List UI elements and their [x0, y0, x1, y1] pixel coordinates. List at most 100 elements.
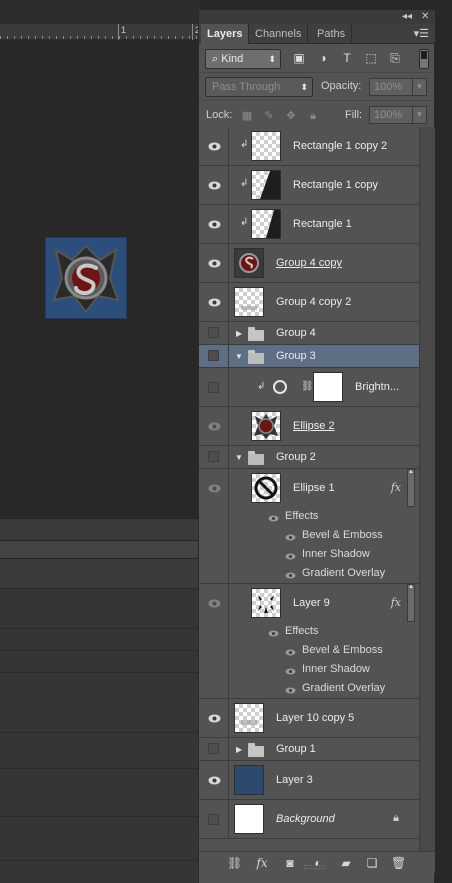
effects-collapse-toggle[interactable]: [407, 584, 415, 622]
layer-row[interactable]: ↲ Rectangle 1 copy: [199, 166, 419, 205]
expand-arrow-icon[interactable]: ▶: [236, 329, 242, 338]
layer-name[interactable]: Background: [276, 813, 335, 825]
layer-row[interactable]: Group 4 copy 2: [199, 283, 419, 322]
trash-icon[interactable]: 🗑︎: [391, 856, 406, 870]
new-layer-icon[interactable]: ❏: [365, 856, 379, 870]
chain-link-icon[interactable]: ⛓︎: [301, 381, 314, 392]
layer-list-scrollbar[interactable]: [419, 127, 435, 851]
eye-icon[interactable]: [208, 298, 221, 307]
chevron-down-icon[interactable]: ▼: [412, 107, 426, 123]
layer-name[interactable]: Ellipse 1: [293, 482, 335, 494]
layer-row[interactable]: Background 🔒︎: [199, 800, 419, 839]
close-icon[interactable]: ✕: [421, 11, 429, 22]
collapse-arrow-icon[interactable]: ▼: [235, 352, 243, 361]
collapse-arrow-icon[interactable]: ▼: [235, 453, 243, 462]
eye-icon[interactable]: [208, 484, 221, 493]
smart-object-filter-icon[interactable]: ⎘: [387, 50, 403, 66]
visibility-toggle[interactable]: [208, 743, 219, 754]
visibility-toggle[interactable]: [208, 327, 219, 338]
fx-badge[interactable]: fx: [391, 481, 401, 494]
layer-name[interactable]: Layer 9: [293, 597, 330, 609]
group-row[interactable]: ▼ Group 2: [199, 446, 419, 469]
effects-collapse-toggle[interactable]: [407, 469, 415, 507]
eye-icon[interactable]: [285, 570, 296, 579]
layer-row[interactable]: ↲ Rectangle 1 copy 2: [199, 127, 419, 166]
link-icon[interactable]: ⛓︎: [227, 856, 242, 870]
effect-item[interactable]: Gradient Overlay: [199, 679, 419, 698]
group-name[interactable]: Group 3: [276, 350, 316, 362]
panel-menu-icon[interactable]: ▾☰: [414, 27, 429, 40]
fx-badge[interactable]: fx: [391, 596, 401, 609]
collapse-icon[interactable]: ◂◂: [402, 11, 412, 22]
eye-icon[interactable]: [208, 181, 221, 190]
eye-icon[interactable]: [285, 666, 296, 675]
layer-name[interactable]: Brightn...: [355, 381, 399, 393]
eye-icon[interactable]: [208, 220, 221, 229]
lock-move-icon[interactable]: ✥: [285, 110, 297, 122]
chevron-down-icon[interactable]: ▼: [412, 79, 426, 95]
mask-icon[interactable]: ◙: [283, 856, 297, 870]
effects-header[interactable]: Effects: [199, 622, 419, 641]
expand-arrow-icon[interactable]: ▶: [236, 745, 242, 754]
visibility-toggle[interactable]: [208, 451, 219, 462]
group-row[interactable]: ▶ Group 1: [199, 738, 419, 761]
eye-icon[interactable]: [208, 259, 221, 268]
effect-item[interactable]: Gradient Overlay: [199, 564, 419, 583]
group-row[interactable]: ▶ Group 4: [199, 322, 419, 345]
panel-titlebar[interactable]: ◂◂ ✕: [199, 10, 435, 24]
layer-row[interactable]: Group 4 copy: [199, 244, 419, 283]
layer-name[interactable]: Rectangle 1 copy 2: [293, 140, 387, 152]
filter-toggle[interactable]: [419, 49, 429, 69]
fill-input[interactable]: 100% ▼: [369, 106, 427, 124]
eye-icon[interactable]: [285, 551, 296, 560]
group-name[interactable]: Group 4: [276, 327, 316, 339]
effect-item[interactable]: Bevel & Emboss: [199, 526, 419, 545]
tab-layers[interactable]: Layers: [201, 24, 250, 44]
eye-icon[interactable]: [208, 714, 221, 723]
tab-paths[interactable]: Paths: [311, 24, 353, 44]
layer-name[interactable]: Ellipse 2: [293, 420, 335, 432]
lock-brush-icon[interactable]: ✎: [263, 110, 275, 122]
layer-row[interactable]: ↲ Rectangle 1: [199, 205, 419, 244]
eye-icon[interactable]: [285, 685, 296, 694]
visibility-toggle[interactable]: [208, 814, 219, 825]
layer-name[interactable]: Layer 10 copy 5: [276, 712, 354, 724]
eye-icon[interactable]: [208, 142, 221, 151]
layer-name[interactable]: Group 4 copy: [276, 257, 342, 269]
layer-row[interactable]: Layer 10 copy 5: [199, 699, 419, 738]
group-name[interactable]: Group 2: [276, 451, 316, 463]
adjustment-filter-icon[interactable]: ◑: [315, 50, 331, 66]
eye-icon[interactable]: [268, 513, 279, 522]
lock-transparent-icon[interactable]: ▦: [241, 110, 253, 122]
visibility-toggle[interactable]: [208, 382, 219, 393]
effects-header[interactable]: Effects: [199, 507, 419, 526]
layer-row[interactable]: Layer 3: [199, 761, 419, 800]
layer-name[interactable]: Group 4 copy 2: [276, 296, 351, 308]
layer-name[interactable]: Rectangle 1: [293, 218, 352, 230]
eye-icon[interactable]: [285, 532, 296, 541]
tab-channels[interactable]: Channels: [249, 24, 309, 44]
eye-icon[interactable]: [285, 647, 296, 656]
lock-all-icon[interactable]: 🔒︎: [307, 110, 319, 122]
layer-row-with-effects[interactable]: Layer 9 fx Effects Bevel & Emboss Inner …: [199, 584, 419, 699]
layer-row[interactable]: Ellipse 2: [199, 407, 419, 446]
opacity-input[interactable]: 100% ▼: [369, 78, 427, 96]
effect-item[interactable]: Inner Shadow: [199, 545, 419, 564]
type-filter-icon[interactable]: T: [339, 50, 355, 66]
fx-icon[interactable]: fx: [255, 856, 269, 870]
eye-icon[interactable]: [268, 628, 279, 637]
eye-icon[interactable]: [208, 776, 221, 785]
effect-item[interactable]: Inner Shadow: [199, 660, 419, 679]
effect-item[interactable]: Bevel & Emboss: [199, 641, 419, 660]
filter-kind-select[interactable]: ⌕ Kind ⬍: [205, 49, 281, 69]
group-row-selected[interactable]: ▼ Group 3: [199, 345, 419, 368]
pixel-filter-icon[interactable]: ▣: [291, 50, 307, 66]
group-name[interactable]: Group 1: [276, 743, 316, 755]
layer-row-with-effects[interactable]: Ellipse 1 fx Effects Bevel & Emboss Inne…: [199, 469, 419, 584]
shape-filter-icon[interactable]: ⬚: [363, 50, 379, 66]
folder-icon[interactable]: ▰: [339, 856, 353, 870]
layer-name[interactable]: Layer 3: [276, 774, 313, 786]
adjustment-layer-row[interactable]: ↲ ⛓︎ Brightn...: [199, 368, 419, 407]
eye-icon[interactable]: [208, 599, 221, 608]
eye-icon[interactable]: [208, 422, 221, 431]
